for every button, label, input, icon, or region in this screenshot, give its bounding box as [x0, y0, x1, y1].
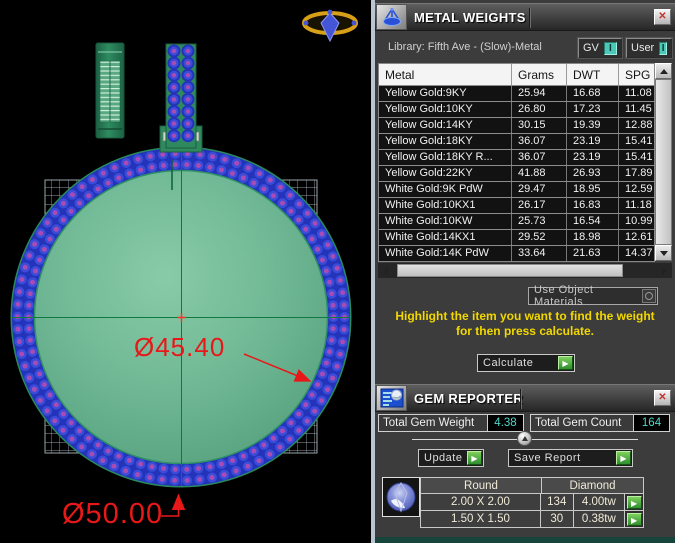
calculate-button[interactable]: Calculate ▶ [477, 354, 575, 372]
user-toggle-button[interactable]: User I [626, 38, 672, 58]
library-label: Library: Fifth Ave - (Slow)-Metal [388, 41, 542, 53]
scrollbar-thumb[interactable] [655, 79, 672, 245]
column-header-metal: Metal [379, 64, 512, 85]
scroll-right-icon[interactable] [657, 263, 672, 278]
shape-header: Round [421, 478, 542, 493]
panel-title: GEM REPORTER [414, 391, 523, 406]
table-row[interactable]: Yellow Gold:9KY 25.94 16.68 11.08 [379, 85, 654, 101]
use-object-materials-button[interactable]: Use Object Materials [528, 287, 658, 305]
titlebar-divider [520, 389, 522, 409]
type-header: Diamond [542, 478, 643, 493]
gem-table-row[interactable]: 1.50 X 1.50 30 0.38tw ▶ [420, 511, 644, 528]
close-icon[interactable]: ✕ [654, 390, 671, 406]
play-icon: ▶ [627, 513, 642, 526]
size-gauge-model[interactable] [96, 43, 124, 138]
panel-title: METAL WEIGHTS [414, 10, 526, 25]
total-gem-count-value: 164 [633, 415, 669, 431]
gem-row-go-button[interactable]: ▶ [624, 494, 643, 510]
close-icon[interactable]: ✕ [654, 9, 671, 25]
table-header-row: Metal Grams DWT SPG [379, 64, 654, 85]
table-row[interactable]: White Gold:10KX1 26.17 16.83 11.18 [379, 197, 654, 213]
total-gem-weight-value: 4.38 [487, 415, 523, 431]
table-row[interactable]: Yellow Gold:22KY 41.88 26.93 17.89 [379, 165, 654, 181]
play-icon: ▶ [616, 451, 631, 465]
dimension-inner-diameter: Ø45.40 [134, 332, 225, 363]
gem-report-icon [376, 385, 407, 411]
gem-preview-image [382, 477, 420, 517]
column-header-dwt: DWT [567, 64, 619, 85]
update-button[interactable]: Update ▶ [418, 449, 484, 467]
metal-weights-table: Metal Grams DWT SPG Yellow Gold:9KY 25.9… [378, 63, 655, 262]
gem-row-go-button[interactable]: ▶ [624, 511, 643, 527]
gem-icon [385, 481, 417, 513]
gem-totals-row: Total Gem Weight 4.38 Total Gem Count 16… [375, 414, 675, 432]
gem-table-row[interactable]: 2.00 X 2.00 134 4.00tw ▶ [420, 494, 644, 511]
instruction-text: Highlight the item you want to find the … [375, 309, 675, 339]
slider-handle[interactable] [517, 431, 532, 446]
play-icon: ▶ [467, 451, 482, 465]
table-row[interactable]: White Gold:10KW 25.73 16.54 10.99 [379, 213, 654, 229]
total-gem-weight-field: Total Gem Weight 4.38 [378, 414, 524, 432]
scrollbar-thumb[interactable] [397, 264, 623, 277]
table-row[interactable]: White Gold:9K PdW 29.47 18.95 12.59 [379, 181, 654, 197]
dimension-outer-diameter: Ø50.00 [62, 498, 163, 531]
titlebar-divider [529, 8, 531, 28]
table-row[interactable]: Yellow Gold:10KY 26.80 17.23 11.45 [379, 101, 654, 117]
clasp-model[interactable] [160, 44, 202, 152]
gem-report-table: Round Diamond 2.00 X 2.00 134 4.00tw ▶ 1… [420, 477, 644, 528]
scroll-down-icon[interactable] [655, 245, 672, 261]
metal-weights-titlebar[interactable]: METAL WEIGHTS ✕ [375, 3, 675, 31]
ring-gizmo-icon [304, 10, 357, 41]
scroll-up-icon[interactable] [655, 63, 672, 79]
column-header-spg: SPG [619, 64, 654, 85]
scale-icon [376, 4, 407, 30]
library-row: Library: Fifth Ave - (Slow)-Metal GV I U… [375, 36, 675, 60]
save-report-button[interactable]: Save Report ▶ [508, 449, 633, 467]
table-row[interactable]: White Gold:14K PdW 33.64 21.63 14.37 [379, 245, 654, 261]
application-window: Ø45.40 Ø50.00 METAL WEIGHTS ✕ Library: F… [0, 0, 675, 543]
gv-toggle-button[interactable]: GV I [578, 38, 622, 58]
table-row[interactable]: Yellow Gold:14KY 30.15 19.39 12.88 [379, 117, 654, 133]
gem-table-header: Round Diamond [420, 477, 644, 494]
column-header-grams: Grams [512, 64, 567, 85]
table-row[interactable]: Yellow Gold:18KY R... 36.07 23.19 15.41 [379, 149, 654, 165]
radio-icon [642, 289, 656, 303]
scroll-left-icon[interactable] [378, 263, 393, 278]
user-indicator-icon: I [659, 42, 667, 55]
total-gem-count-field: Total Gem Count 164 [530, 414, 670, 432]
play-icon: ▶ [627, 496, 642, 509]
vertical-scrollbar[interactable] [655, 63, 672, 261]
horizontal-scrollbar[interactable] [378, 263, 672, 278]
gv-indicator-icon: I [604, 42, 617, 55]
table-row[interactable]: White Gold:14KX1 29.52 18.98 12.61 [379, 229, 654, 245]
gem-reporter-titlebar[interactable]: GEM REPORTER ✕ [375, 384, 675, 412]
table-row[interactable]: Yellow Gold:18KY 36.07 23.19 15.41 [379, 133, 654, 149]
status-strip [375, 537, 675, 543]
viewport-3d[interactable]: Ø45.40 Ø50.00 [0, 0, 375, 543]
play-icon: ▶ [558, 356, 573, 370]
viewport-canvas[interactable] [0, 0, 375, 543]
tool-panels: METAL WEIGHTS ✕ Library: Fifth Ave - (Sl… [375, 0, 675, 543]
